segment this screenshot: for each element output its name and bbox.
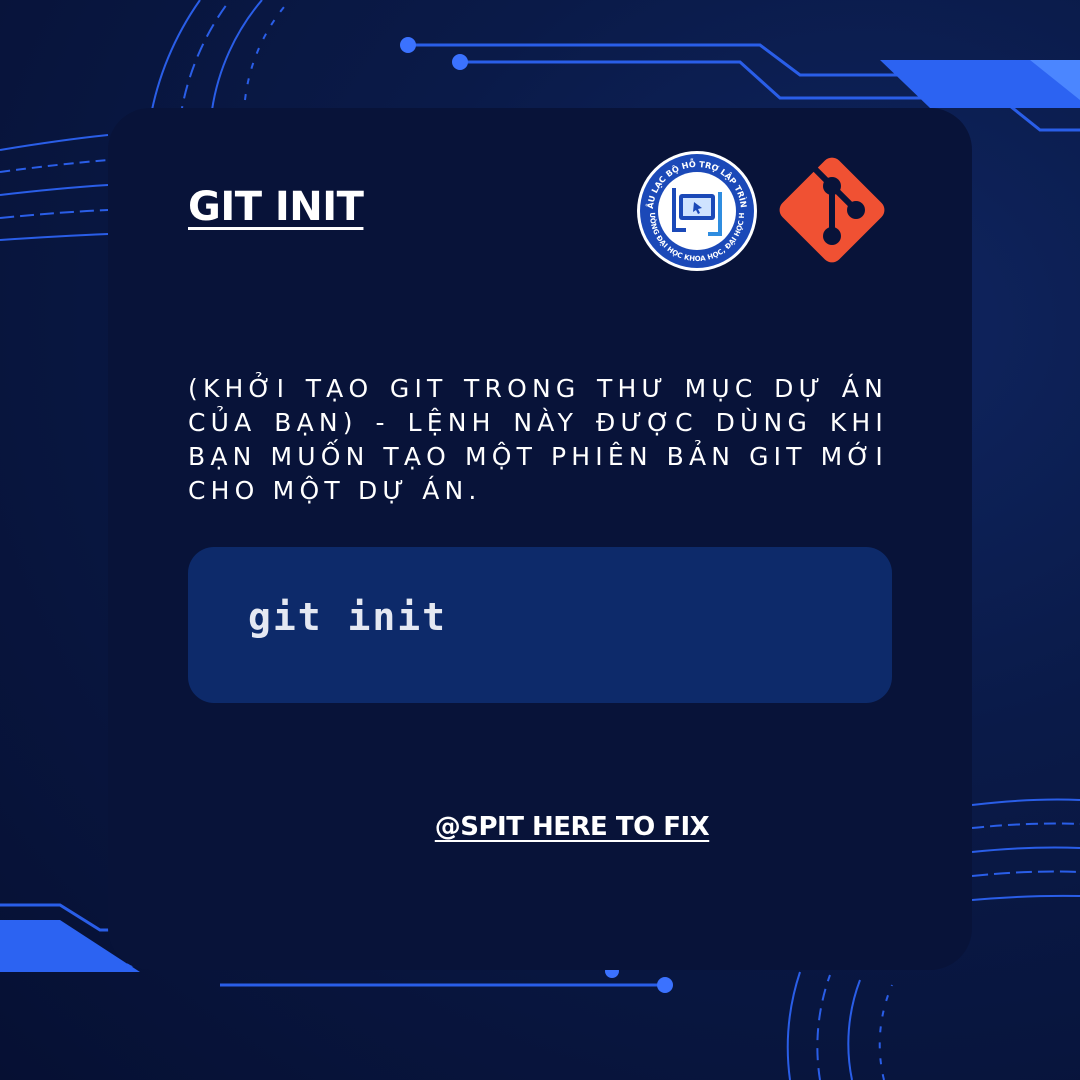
page-title: GIT INIT	[188, 184, 364, 230]
code-block: git init	[188, 547, 892, 703]
circuit-node	[452, 54, 468, 70]
circuit-node	[657, 977, 673, 993]
bottom-right-arcs	[786, 971, 893, 1080]
git-logo-icon	[779, 157, 885, 263]
club-logo-icon: CÂU LẠC BỘ HỖ TRỢ LẬP TRÌNH TRƯỜNG ĐẠI H…	[636, 150, 757, 271]
left-arcs	[0, 134, 109, 241]
post-canvas: GIT INIT CÂU LẠC BỘ HỖ TRỢ LẬP TRÌNH TRƯ…	[0, 0, 1080, 1080]
author-handle: @SPIT HERE TO FIX	[434, 812, 710, 842]
code-snippet: git init	[248, 595, 448, 639]
circuit-node	[400, 37, 416, 53]
command-description: (KHỞI TẠO GIT TRONG THƯ MỤC DỰ ÁN CỦA BẠ…	[188, 374, 888, 505]
top-left-arcs	[149, 0, 291, 121]
